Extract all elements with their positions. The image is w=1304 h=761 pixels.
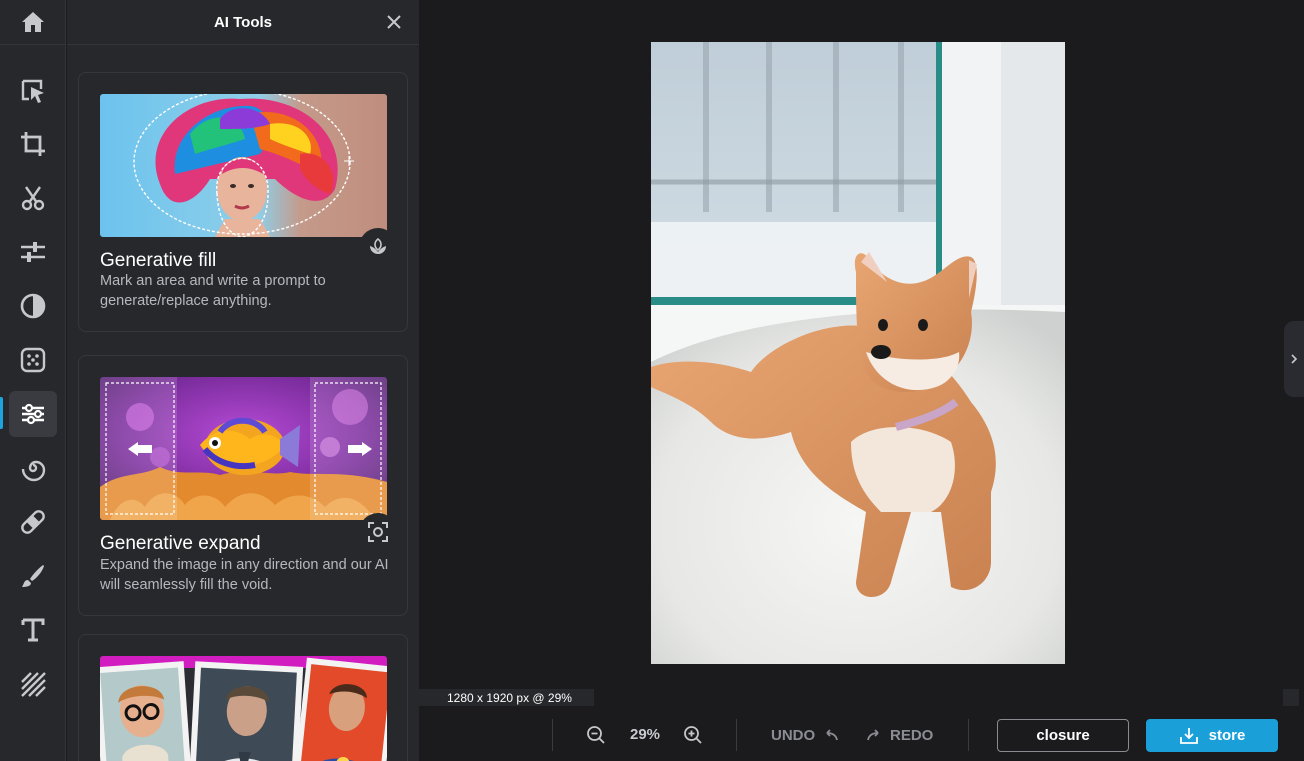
undo-button[interactable]: UNDO bbox=[771, 725, 839, 745]
panel-header: AI Tools bbox=[67, 0, 419, 45]
tool-effects[interactable] bbox=[9, 337, 57, 383]
card-ai-portraits[interactable] bbox=[78, 634, 408, 761]
redo-icon bbox=[867, 729, 879, 741]
download-icon bbox=[1179, 727, 1198, 744]
image-dimensions-label: 1280 x 1920 px @ 29% bbox=[419, 689, 594, 706]
tool-crop[interactable] bbox=[9, 121, 57, 167]
tool-retouch[interactable] bbox=[9, 499, 57, 545]
tool-text[interactable] bbox=[9, 607, 57, 653]
tool-spiral[interactable] bbox=[9, 445, 57, 491]
divider bbox=[552, 719, 553, 751]
generative-expand-badge bbox=[359, 513, 397, 551]
undo-icon bbox=[826, 729, 839, 741]
store-button[interactable]: store bbox=[1146, 719, 1278, 752]
card-description: Expand the image in any direction and ou… bbox=[100, 557, 389, 593]
generative-fill-preview bbox=[100, 94, 387, 237]
card-title: Generative expand bbox=[100, 533, 261, 554]
tool-pattern[interactable] bbox=[9, 661, 57, 707]
ai-tools-panel: AI Tools Generative fill Mark an area an… bbox=[67, 0, 419, 761]
sliders-icon bbox=[21, 242, 45, 262]
active-indicator bbox=[0, 397, 3, 429]
tool-rail bbox=[0, 0, 66, 761]
corner-indicator bbox=[1283, 689, 1299, 706]
canvas-area[interactable]: 1280 x 1920 px @ 29% bbox=[419, 0, 1304, 706]
chevron-right-icon bbox=[1291, 354, 1298, 364]
generative-fill-badge bbox=[359, 228, 397, 266]
cursor-select-icon bbox=[21, 79, 44, 103]
home-button[interactable] bbox=[0, 0, 66, 45]
stripes-icon bbox=[21, 672, 46, 697]
spiral-icon bbox=[21, 460, 46, 482]
zoom-value: 29% bbox=[629, 726, 661, 743]
divider bbox=[736, 719, 737, 751]
generative-expand-preview bbox=[100, 377, 387, 520]
canvas-image[interactable] bbox=[651, 42, 1065, 664]
tool-select[interactable] bbox=[9, 68, 57, 114]
tool-cut[interactable] bbox=[9, 175, 57, 221]
scissors-icon bbox=[21, 186, 45, 211]
tool-filters[interactable] bbox=[9, 283, 57, 329]
dots-grid-icon bbox=[20, 347, 46, 373]
ai-tools-icon bbox=[22, 403, 44, 425]
tool-adjust[interactable] bbox=[9, 229, 57, 275]
panel-close-button[interactable] bbox=[385, 13, 403, 31]
card-generative-expand[interactable]: Generative expand Expand the image in an… bbox=[78, 355, 408, 616]
editor-app: AI Tools Generative fill Mark an area an… bbox=[0, 0, 1304, 761]
focus-frame-icon bbox=[368, 522, 388, 542]
brush-icon bbox=[22, 565, 44, 587]
right-panel-toggle[interactable] bbox=[1284, 321, 1304, 397]
close-button[interactable]: closure bbox=[997, 719, 1129, 752]
card-generative-fill[interactable]: Generative fill Mark an area and write a… bbox=[78, 72, 408, 332]
tool-draw[interactable] bbox=[9, 553, 57, 599]
redo-button[interactable]: REDO bbox=[866, 725, 933, 745]
home-icon bbox=[22, 12, 44, 32]
bandage-icon bbox=[21, 510, 45, 534]
close-icon bbox=[387, 15, 401, 29]
ai-portraits-preview bbox=[100, 656, 387, 761]
bottom-toolbar: 29% UNDO REDO closure store bbox=[419, 706, 1304, 761]
zoom-out-icon bbox=[587, 726, 605, 744]
zoom-in-icon bbox=[684, 726, 702, 744]
card-title: Generative fill bbox=[100, 250, 217, 271]
zoom-in-button[interactable] bbox=[683, 725, 703, 745]
divider bbox=[968, 719, 969, 751]
undo-label: UNDO bbox=[771, 726, 816, 744]
store-label: store bbox=[1208, 727, 1246, 744]
sprout-icon bbox=[370, 237, 386, 254]
panel-title: AI Tools bbox=[213, 13, 273, 31]
redo-label: REDO bbox=[890, 726, 934, 744]
crop-icon bbox=[21, 132, 45, 156]
text-icon bbox=[21, 618, 45, 642]
card-description: Mark an area and write a prompt to gener… bbox=[100, 273, 326, 309]
zoom-out-button[interactable] bbox=[586, 725, 606, 745]
contrast-icon bbox=[20, 293, 46, 319]
tool-ai-tools[interactable] bbox=[9, 391, 57, 437]
